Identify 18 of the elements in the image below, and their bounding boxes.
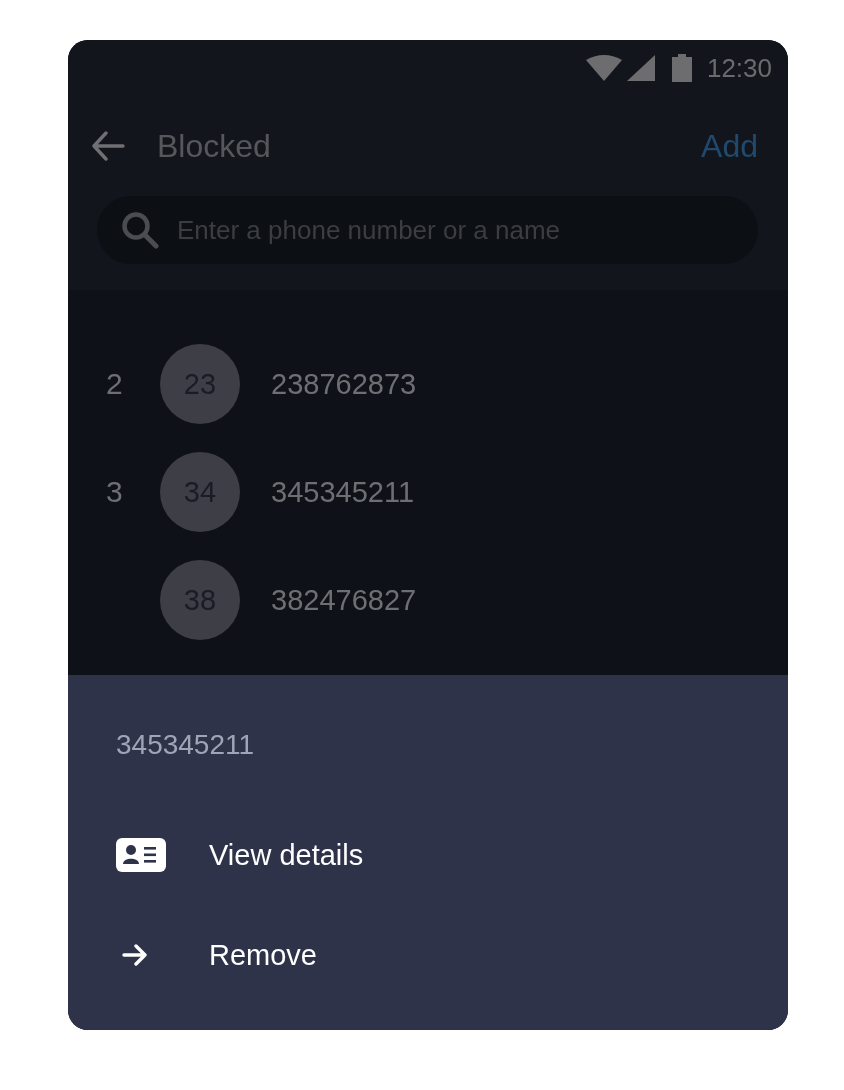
details-action-button[interactable]: View details xyxy=(116,805,756,905)
phone-number[interactable]: 382476827 xyxy=(271,582,417,618)
add-button[interactable]: Add xyxy=(701,126,758,166)
screen-title: Blocked xyxy=(157,127,272,166)
phone-number[interactable]: 345345211 xyxy=(271,474,414,510)
wifi-icon xyxy=(585,55,622,81)
sheet-title: 345345211 xyxy=(116,728,255,762)
contact-card-icon xyxy=(116,838,166,872)
battery-icon xyxy=(671,54,692,82)
back-arrow-icon xyxy=(91,131,125,161)
phone-number[interactable]: 238762873 xyxy=(271,366,417,402)
signal-icon xyxy=(626,55,655,81)
search-icon xyxy=(121,211,159,249)
remove-action-button[interactable]: Remove xyxy=(116,905,756,1005)
section-letter: 3 xyxy=(106,475,123,508)
section-letter: 2 xyxy=(106,367,123,400)
arrow-right-icon xyxy=(122,944,148,966)
status-time: 12:30 xyxy=(706,53,772,83)
